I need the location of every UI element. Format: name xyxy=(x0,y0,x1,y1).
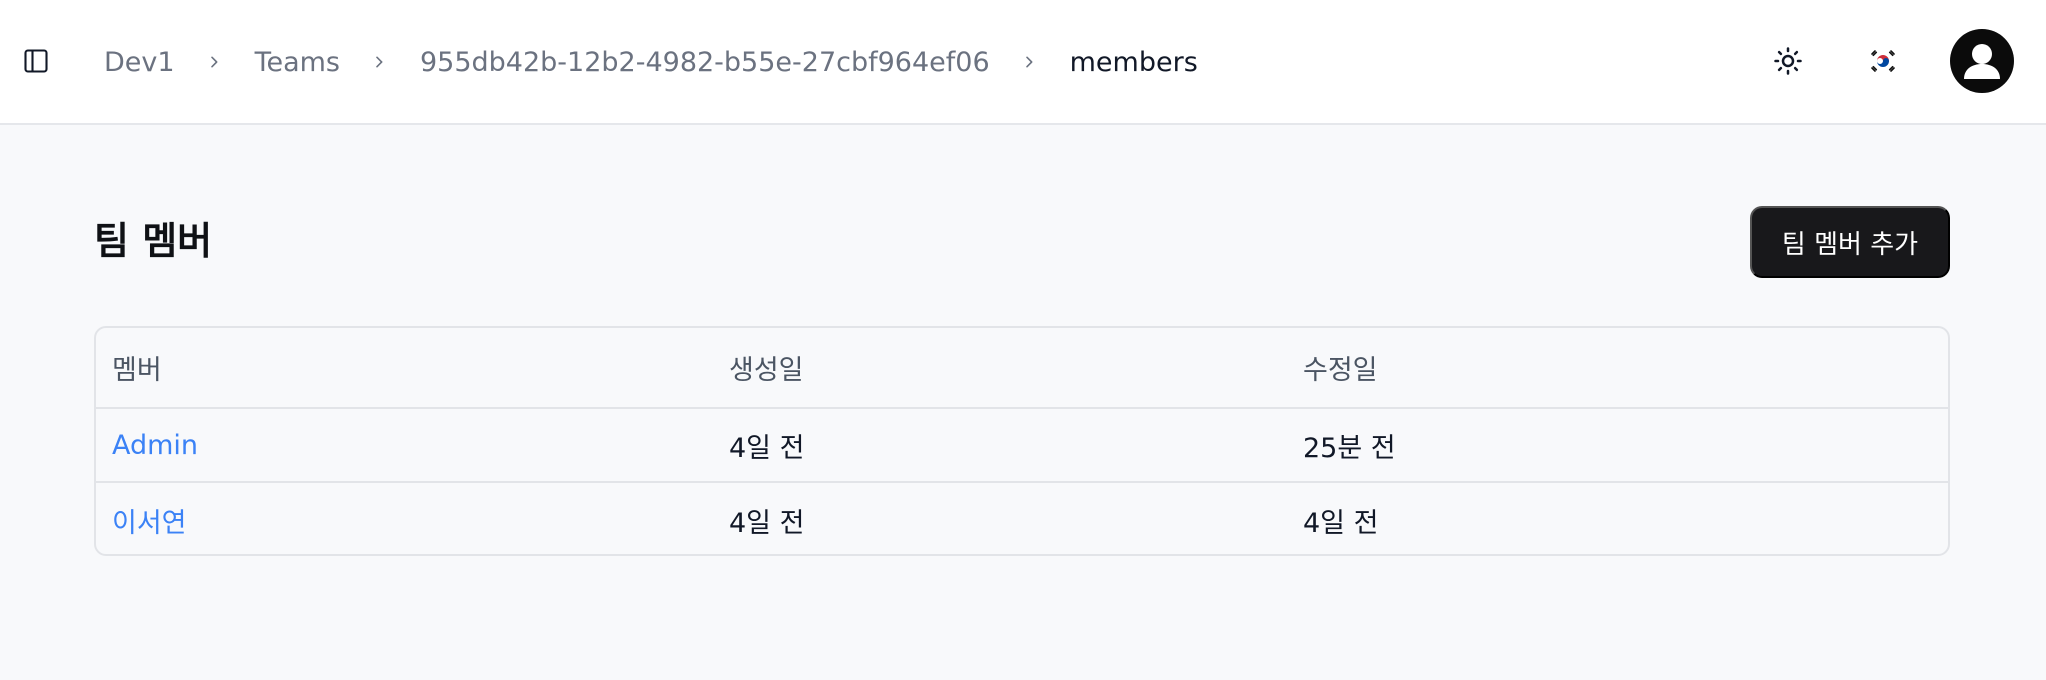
updated-date: 25분 전 xyxy=(1303,432,1396,464)
breadcrumb-item-members: members xyxy=(1069,46,1198,78)
korea-flag-icon xyxy=(1870,48,1896,74)
breadcrumb-item-teams[interactable]: Teams xyxy=(255,47,340,78)
created-date: 4일 전 xyxy=(729,507,805,539)
page-title: 팀 멤버 xyxy=(94,219,213,263)
members-table: 멤버 생성일 수정일 Admin 4일 전 25분 전 이서연 4일 전 4일 … xyxy=(94,326,1950,556)
breadcrumb: Dev1 Teams 955db42b-12b2-4982-b55e-27cbf… xyxy=(104,42,1198,82)
breadcrumb-item-team-id[interactable]: 955db42b-12b2-4982-b55e-27cbf964ef06 xyxy=(420,47,990,78)
sidebar-toggle-icon[interactable] xyxy=(20,45,52,77)
sun-icon xyxy=(1774,47,1802,75)
top-bar: Dev1 Teams 955db42b-12b2-4982-b55e-27cbf… xyxy=(0,0,2046,125)
chevron-right-icon xyxy=(1020,53,1038,71)
member-link[interactable]: Admin xyxy=(112,430,198,461)
chevron-right-icon xyxy=(370,53,388,71)
table-header-row: 멤버 생성일 수정일 xyxy=(96,328,1948,409)
avatar[interactable] xyxy=(1950,29,2014,93)
updated-date: 4일 전 xyxy=(1303,507,1379,539)
language-select-button[interactable] xyxy=(1863,41,1903,81)
column-header-member[interactable]: 멤버 xyxy=(112,348,162,387)
chevron-right-icon xyxy=(205,53,223,71)
theme-toggle-button[interactable] xyxy=(1768,41,1808,81)
breadcrumb-item-dev1[interactable]: Dev1 xyxy=(104,47,175,78)
created-date: 4일 전 xyxy=(729,432,805,464)
member-link[interactable]: 이서연 xyxy=(112,501,187,540)
table-row: 이서연 4일 전 4일 전 xyxy=(96,483,1948,554)
user-icon xyxy=(1964,44,2000,79)
table-row: Admin 4일 전 25분 전 xyxy=(96,409,1948,483)
column-header-created[interactable]: 생성일 xyxy=(729,348,804,387)
add-team-member-button[interactable]: 팀 멤버 추가 xyxy=(1750,206,1950,278)
column-header-updated[interactable]: 수정일 xyxy=(1303,348,1378,387)
